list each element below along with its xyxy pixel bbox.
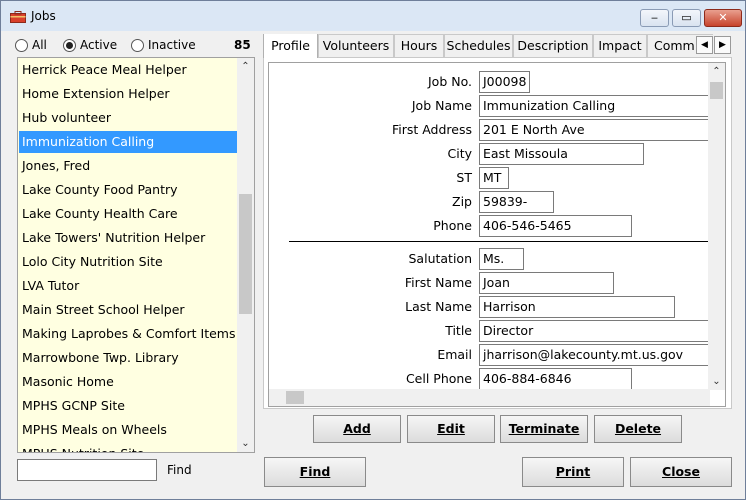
list-item[interactable]: MPHS Meals on Wheels: [19, 419, 237, 441]
city-field[interactable]: East Missoula: [479, 143, 644, 165]
form-hscroll-thumb[interactable]: [286, 391, 304, 404]
list-item[interactable]: Jones, Fred: [19, 155, 237, 177]
print-button[interactable]: Print: [522, 457, 624, 487]
phone-field[interactable]: 406-546-5465: [479, 215, 632, 237]
jobs-window: Jobs ‒ ▭ ✕ All Active Inactive 85 Herric…: [0, 0, 746, 500]
profile-form: Job No. J00098 Job Name Immunization Cal…: [268, 62, 726, 407]
st-label: ST: [456, 170, 472, 185]
delete-button[interactable]: Delete: [594, 415, 682, 443]
filter-all-label: All: [32, 38, 47, 52]
filter-all-radio[interactable]: All: [15, 37, 47, 53]
job-name-label: Job Name: [411, 98, 472, 113]
job-no-label: Job No.: [428, 74, 472, 89]
radio-icon: [15, 38, 28, 52]
scroll-down-icon[interactable]: ⌄: [237, 435, 254, 452]
find-input[interactable]: [17, 459, 157, 481]
filter-inactive-radio[interactable]: Inactive: [131, 37, 196, 53]
terminate-button[interactable]: Terminate: [500, 415, 588, 443]
list-item[interactable]: Masonic Home: [19, 371, 237, 393]
st-field[interactable]: MT: [479, 167, 509, 189]
list-item[interactable]: LVA Tutor: [19, 275, 237, 297]
list-scroll-thumb[interactable]: [239, 194, 252, 314]
first-name-field[interactable]: Joan: [479, 272, 614, 294]
tab-hours[interactable]: Hours: [394, 34, 444, 58]
tab-right-icon[interactable]: ▶: [714, 36, 731, 54]
filter-inactive-label: Inactive: [148, 38, 196, 52]
cell-phone-field[interactable]: 406-884-6846: [479, 368, 632, 390]
list-item[interactable]: Lake Towers' Nutrition Helper: [19, 227, 237, 249]
form-scrollbar[interactable]: ⌃ ⌄: [708, 63, 725, 390]
job-name-field[interactable]: Immunization Calling: [479, 95, 711, 117]
window-title: Jobs: [31, 9, 56, 23]
email-label: Email: [437, 347, 472, 362]
minimize-button[interactable]: ‒: [640, 9, 669, 27]
filter-active-radio[interactable]: Active: [63, 37, 117, 53]
form-horizontal-scrollbar[interactable]: [269, 389, 710, 406]
briefcase-icon: [10, 11, 26, 23]
list-item[interactable]: Home Extension Helper: [19, 83, 237, 105]
list-item[interactable]: Lake County Health Care: [19, 203, 237, 225]
tab-strip: Profile Volunteers Hours Schedules Descr…: [263, 34, 713, 58]
list-scrollbar[interactable]: ⌃ ⌄: [237, 58, 254, 452]
tab-impact[interactable]: Impact: [593, 34, 647, 58]
list-item[interactable]: Main Street School Helper: [19, 299, 237, 321]
city-label: City: [447, 146, 473, 161]
list-item[interactable]: MPHS GCNP Site: [19, 395, 237, 417]
title-label: Title: [445, 323, 472, 338]
close-window-button[interactable]: ✕: [704, 9, 742, 27]
close-button[interactable]: Close: [630, 457, 732, 487]
list-item[interactable]: Immunization Calling: [19, 131, 237, 153]
first-name-label: First Name: [404, 275, 472, 290]
cell-phone-label: Cell Phone: [405, 371, 472, 386]
edit-button[interactable]: Edit: [407, 415, 495, 443]
section-divider: [289, 241, 709, 242]
scroll-up-icon[interactable]: ⌃: [708, 63, 725, 80]
first-address-field[interactable]: 201 E North Ave: [479, 119, 711, 141]
maximize-button[interactable]: ▭: [672, 9, 701, 27]
scroll-up-icon[interactable]: ⌃: [237, 58, 254, 75]
title-bar: Jobs ‒ ▭ ✕: [1, 1, 745, 31]
first-address-label: First Address: [391, 122, 472, 137]
tab-scroll-arrows: ◀ ▶: [696, 36, 732, 54]
tab-schedules[interactable]: Schedules: [444, 34, 513, 58]
title-field[interactable]: Director: [479, 320, 711, 342]
find-button[interactable]: Find: [264, 457, 366, 487]
jobs-list[interactable]: Herrick Peace Meal Helper Home Extension …: [17, 57, 255, 453]
job-no-field[interactable]: J00098: [479, 71, 530, 93]
add-button[interactable]: Add: [313, 415, 401, 443]
form-scroll-thumb[interactable]: [710, 82, 723, 99]
phone-label: Phone: [433, 218, 472, 233]
scroll-down-icon[interactable]: ⌄: [708, 373, 725, 390]
list-item[interactable]: MPHS Nutrition Site: [19, 443, 237, 452]
zip-field[interactable]: 59839-: [479, 191, 554, 213]
find-label: Find: [167, 463, 192, 477]
email-field[interactable]: jharrison@lakecounty.mt.us.gov: [479, 344, 711, 366]
radio-selected-icon: [63, 38, 76, 52]
zip-label: Zip: [452, 194, 472, 209]
salutation-label: Salutation: [408, 251, 473, 266]
list-item[interactable]: Herrick Peace Meal Helper: [19, 59, 237, 81]
list-item[interactable]: Making Laprobes & Comfort Items: [19, 323, 237, 345]
list-item[interactable]: Hub volunteer: [19, 107, 237, 129]
tab-volunteers[interactable]: Volunteers: [318, 34, 394, 58]
salutation-field[interactable]: Ms.: [479, 248, 524, 270]
list-item[interactable]: Lolo City Nutrition Site: [19, 251, 237, 273]
filter-active-label: Active: [80, 38, 118, 52]
tab-left-icon[interactable]: ◀: [696, 36, 713, 54]
tab-description[interactable]: Description: [513, 34, 593, 58]
radio-icon: [131, 38, 144, 52]
list-item[interactable]: Marrowbone Twp. Library: [19, 347, 237, 369]
last-name-field[interactable]: Harrison: [479, 296, 675, 318]
list-item[interactable]: Lake County Food Pantry: [19, 179, 237, 201]
job-count: 85: [234, 38, 251, 52]
tab-profile[interactable]: Profile: [263, 34, 318, 58]
last-name-label: Last Name: [405, 299, 472, 314]
